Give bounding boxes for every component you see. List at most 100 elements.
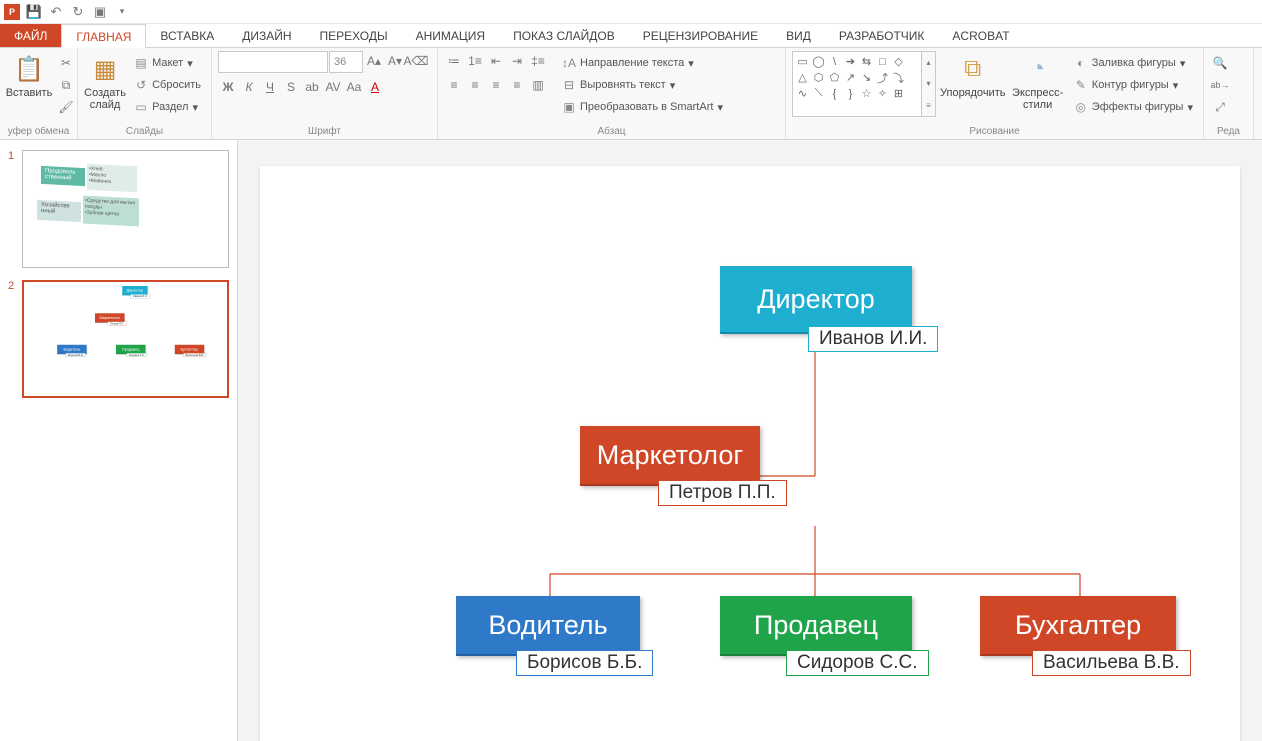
slide-canvas-area[interactable]: Директор Иванов И.И. Маркетолог Петров П… xyxy=(238,140,1262,741)
reset-label: Сбросить xyxy=(152,79,201,91)
font-color-icon[interactable]: A xyxy=(365,77,385,97)
thumb-1-preview: Продоволь ственный •Хлеб •Масло •Майонез… xyxy=(22,150,229,268)
ribbon: 📋 Вставить ✂ ⧉ 🖌 уфер обмена ▦ Создать с… xyxy=(0,48,1262,140)
numbering-icon[interactable]: 1≡ xyxy=(465,51,485,71)
tab-home[interactable]: ГЛАВНАЯ xyxy=(61,24,146,48)
tab-view[interactable]: ВИД xyxy=(772,24,825,47)
copy-icon[interactable]: ⧉ xyxy=(56,75,76,95)
columns-icon[interactable]: ▥ xyxy=(528,75,548,95)
reset-button[interactable]: ↺Сбросить xyxy=(130,75,205,95)
replace-icon[interactable]: ab→ xyxy=(1210,75,1230,95)
section-label: Раздел xyxy=(152,101,188,113)
smartart-label: Преобразовать в SmartArt xyxy=(580,101,713,113)
indent-dec-icon[interactable]: ⇤ xyxy=(486,51,506,71)
align-text-button[interactable]: ⊟Выровнять текст ▾ xyxy=(558,75,727,95)
arrange-label: Упорядочить xyxy=(940,87,1005,99)
tab-slideshow[interactable]: ПОКАЗ СЛАЙДОВ xyxy=(499,24,629,47)
sub-marketolog[interactable]: Петров П.П. xyxy=(658,480,787,506)
find-icon[interactable]: 🔍 xyxy=(1210,53,1230,73)
tab-review[interactable]: РЕЦЕНЗИРОВАНИЕ xyxy=(629,24,772,47)
layout-button[interactable]: ▤Макет ▾ xyxy=(130,53,205,73)
grow-font-icon[interactable]: A▴ xyxy=(364,51,384,71)
tab-insert[interactable]: ВСТАВКА xyxy=(146,24,228,47)
shape-fill-button[interactable]: ◐Заливка фигуры ▾ xyxy=(1070,53,1197,73)
node-director[interactable]: Директор xyxy=(720,266,912,334)
align-right-icon[interactable]: ≡ xyxy=(486,75,506,95)
sub-driver[interactable]: Борисов Б.Б. xyxy=(516,650,653,676)
tab-acrobat[interactable]: ACROBAT xyxy=(938,24,1023,47)
quick-access-toolbar: P 💾 ↶ ↻ ▣ ▾ xyxy=(0,0,1262,24)
fill-label: Заливка фигуры xyxy=(1092,57,1176,69)
shape-effects-button[interactable]: ◎Эффекты фигуры ▾ xyxy=(1070,97,1197,117)
powerpoint-logo-icon: P xyxy=(4,4,20,20)
clipboard-icon: 📋 xyxy=(13,53,45,85)
case-icon[interactable]: Aa xyxy=(344,77,364,97)
node-seller[interactable]: Продавец xyxy=(720,596,912,656)
node-accountant[interactable]: Бухгалтер xyxy=(980,596,1176,656)
shapes-gallery-scroll[interactable]: ▴▾≡ xyxy=(922,51,936,117)
align-center-icon[interactable]: ≡ xyxy=(465,75,485,95)
bold-icon[interactable]: Ж xyxy=(218,77,238,97)
cut-icon[interactable]: ✂ xyxy=(56,53,76,73)
group-slides-label: Слайды xyxy=(78,126,211,137)
save-icon[interactable]: 💾 xyxy=(26,4,42,20)
bullets-icon[interactable]: ≔ xyxy=(444,51,464,71)
undo-icon[interactable]: ↶ xyxy=(48,4,64,20)
quick-styles-button[interactable]: ◔ Экспресс-стили xyxy=(1009,51,1065,111)
group-font-label: Шрифт xyxy=(212,126,437,137)
node-driver[interactable]: Водитель xyxy=(456,596,640,656)
group-paragraph: ≔ 1≡ ⇤ ⇥ ‡≡ ≡ ≡ ≡ ≡ ▥ ↕AНаправление текс… xyxy=(438,48,786,139)
text-direction-icon: ↕A xyxy=(562,56,576,70)
group-editing: 🔍 ab→ ⤢ Реда xyxy=(1204,48,1254,139)
font-size-input[interactable]: 36 xyxy=(329,51,363,73)
group-editing-label: Реда xyxy=(1204,126,1253,137)
quick-styles-icon: ◔ xyxy=(1022,53,1054,85)
justify-icon[interactable]: ≡ xyxy=(507,75,527,95)
qat-customize-icon[interactable]: ▾ xyxy=(114,4,130,20)
sub-seller[interactable]: Сидоров С.С. xyxy=(786,650,929,676)
indent-inc-icon[interactable]: ⇥ xyxy=(507,51,527,71)
layout-label: Макет xyxy=(152,57,183,69)
underline-icon[interactable]: Ч xyxy=(260,77,280,97)
line-spacing-icon[interactable]: ‡≡ xyxy=(528,51,548,71)
shape-outline-button[interactable]: ✎Контур фигуры ▾ xyxy=(1070,75,1197,95)
thumbnail-2[interactable]: 2 Директор Иванов И.И. Маркетолог Петров… xyxy=(8,280,229,398)
strike-icon[interactable]: S xyxy=(281,77,301,97)
sub-accountant[interactable]: Васильева В.В. xyxy=(1032,650,1191,676)
thumbnail-1[interactable]: 1 Продоволь ственный •Хлеб •Масло •Майон… xyxy=(8,150,229,268)
text-direction-button[interactable]: ↕AНаправление текста ▾ xyxy=(558,53,727,73)
group-clipboard: 📋 Вставить ✂ ⧉ 🖌 уфер обмена xyxy=(0,48,78,139)
align-left-icon[interactable]: ≡ xyxy=(444,75,464,95)
tab-animation[interactable]: АНИМАЦИЯ xyxy=(402,24,499,47)
paste-button[interactable]: 📋 Вставить xyxy=(6,51,52,99)
section-button[interactable]: ▭Раздел ▾ xyxy=(130,97,205,117)
spacing-icon[interactable]: AV xyxy=(323,77,343,97)
tab-design[interactable]: ДИЗАЙН xyxy=(228,24,305,47)
clear-format-icon[interactable]: A⌫ xyxy=(406,51,426,71)
section-icon: ▭ xyxy=(134,100,148,114)
arrange-button[interactable]: ⧉ Упорядочить xyxy=(940,51,1005,99)
shapes-gallery[interactable]: ▭◯\➔⇆□◇ △⬡⬠↗↘⤴⤵ ∿⟍{}☆✧⊞ xyxy=(792,51,922,117)
group-slides: ▦ Создать слайд ▤Макет ▾ ↺Сбросить ▭ Разд… xyxy=(78,48,212,139)
effects-label: Эффекты фигуры xyxy=(1092,101,1184,113)
outline-icon: ✎ xyxy=(1074,78,1088,92)
format-painter-icon[interactable]: 🖌 xyxy=(56,97,76,117)
sub-director[interactable]: Иванов И.И. xyxy=(808,326,938,352)
tab-transitions[interactable]: ПЕРЕХОДЫ xyxy=(306,24,402,47)
slideshow-from-start-icon[interactable]: ▣ xyxy=(92,4,108,20)
tab-developer[interactable]: РАЗРАБОТЧИК xyxy=(825,24,939,47)
new-slide-button[interactable]: ▦ Создать слайд xyxy=(84,51,126,111)
convert-smartart-button[interactable]: ▣Преобразовать в SmartArt ▾ xyxy=(558,97,727,117)
node-marketolog[interactable]: Маркетолог xyxy=(580,426,760,486)
group-drawing-label: Рисование xyxy=(786,126,1203,137)
italic-icon[interactable]: К xyxy=(239,77,259,97)
slide-canvas[interactable]: Директор Иванов И.И. Маркетолог Петров П… xyxy=(260,166,1240,741)
group-paragraph-label: Абзац xyxy=(438,126,785,137)
shrink-font-icon[interactable]: A▾ xyxy=(385,51,405,71)
thumb1-tag-b: Хозяйстве нный xyxy=(37,200,81,222)
select-icon[interactable]: ⤢ xyxy=(1210,97,1230,117)
tab-file[interactable]: ФАЙЛ xyxy=(0,24,61,47)
shadow-icon[interactable]: ab xyxy=(302,77,322,97)
redo-icon[interactable]: ↻ xyxy=(70,4,86,20)
font-name-input[interactable] xyxy=(218,51,328,73)
